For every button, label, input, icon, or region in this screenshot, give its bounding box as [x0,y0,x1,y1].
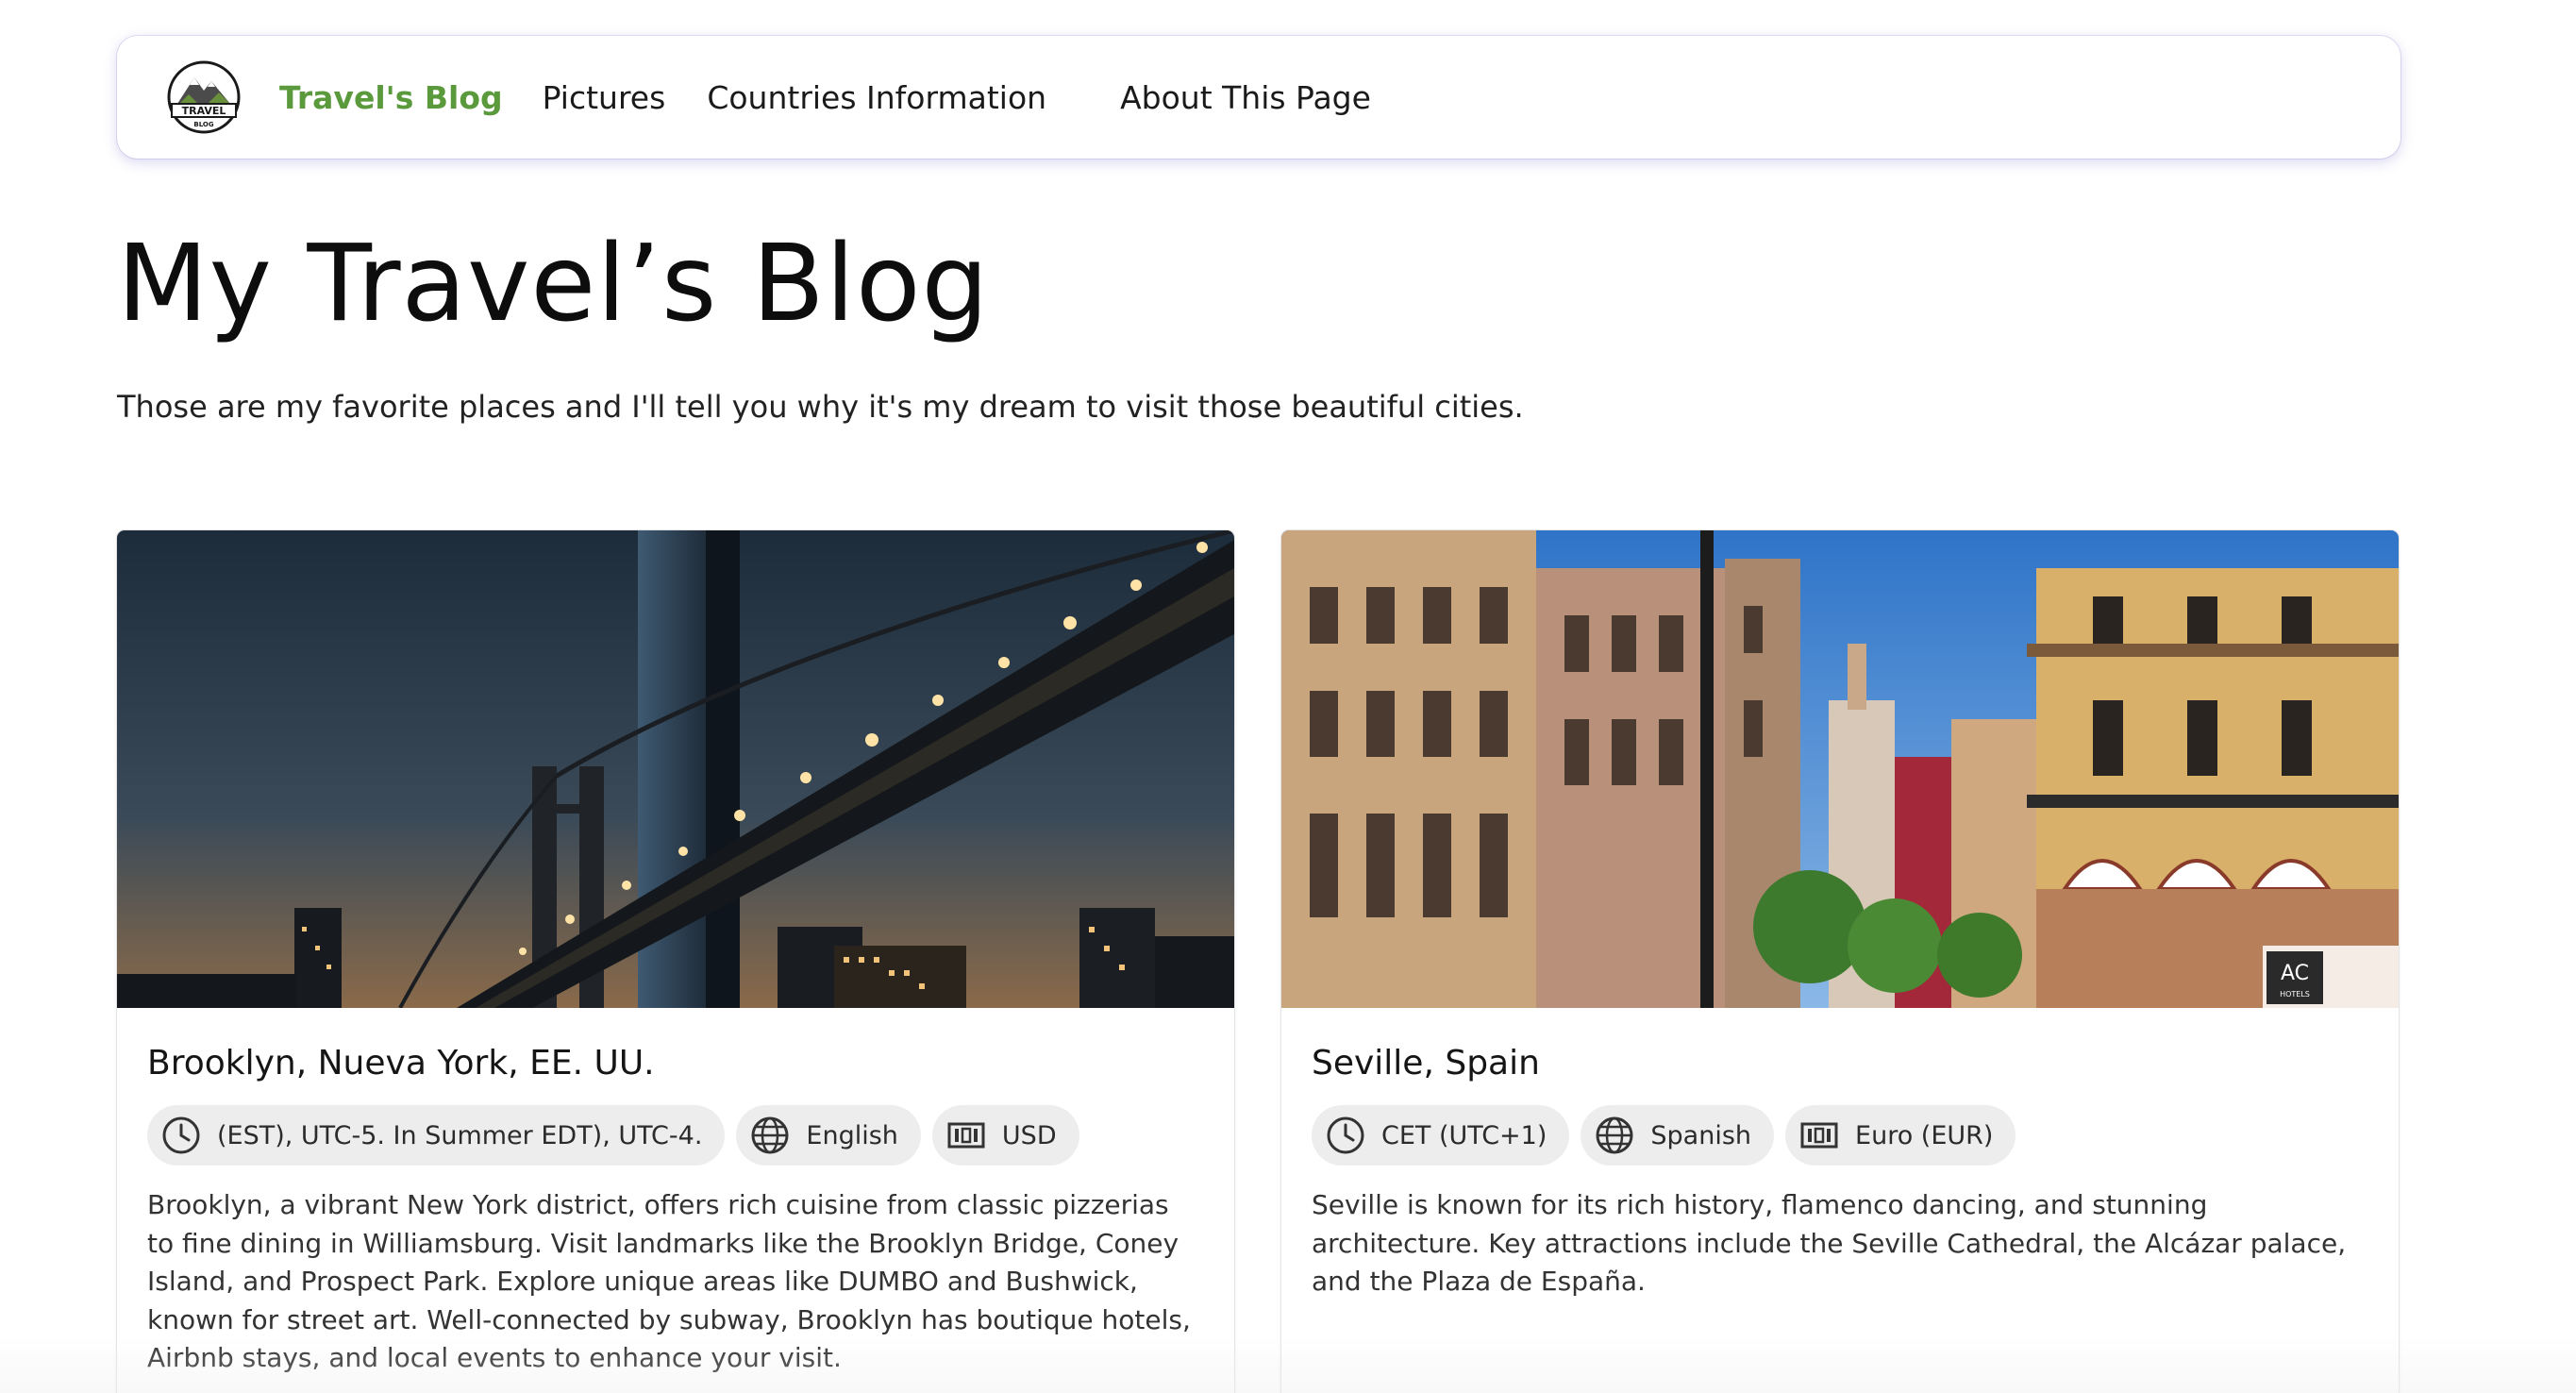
svg-text:HOTELS: HOTELS [2280,990,2310,999]
page-subtitle: Those are my favorite places and I'll te… [117,389,1524,425]
language-text: English [806,1120,898,1150]
banknote-icon [947,1122,985,1149]
card-description: Seville is known for its rich history, f… [1312,1189,2347,1297]
banknote-icon [1800,1122,1838,1149]
currency-chip: USD [931,1105,1079,1166]
navbar: TRAVEL BLOG Travel's Blog Pictures Count… [117,36,2400,159]
language-chip: English [736,1105,921,1166]
svg-text:TRAVEL: TRAVEL [182,105,226,117]
card-title: Seville, Spain [1312,1044,1540,1083]
nav-link-travels-blog[interactable]: Travel's Blog [279,79,503,116]
clock-icon [162,1116,200,1154]
currency-text: USD [1001,1120,1057,1150]
timezone-chip: (EST), UTC-5. In Summer EDT), UTC-4. [147,1105,726,1166]
city-card-brooklyn[interactable]: Brooklyn, Nueva York, EE. UU. (EST), UTC… [117,530,1234,1393]
nav-link-pictures[interactable]: Pictures [543,79,666,116]
svg-text:AC: AC [2281,962,2309,985]
seville-street-photo: AC HOTELS [1281,530,2399,1008]
timezone-text: (EST), UTC-5. In Summer EDT), UTC-4. [217,1120,703,1150]
language-chip: Spanish [1581,1105,1775,1166]
currency-chip: Euro (EUR) [1785,1105,2016,1166]
page-title: My Travel’s Blog [117,223,990,345]
timezone-text: CET (UTC+1) [1381,1120,1547,1150]
nav-link-about-this-page[interactable]: About This Page [1120,79,1371,116]
globe-icon [1596,1116,1633,1154]
page: TRAVEL BLOG Travel's Blog Pictures Count… [0,0,2576,1393]
clock-icon [1327,1116,1364,1154]
globe-icon [751,1116,789,1154]
card-body: Brooklyn, Nueva York, EE. UU. (EST), UTC… [117,1044,1234,1378]
brooklyn-bridge-photo [117,530,1234,1008]
nav-link-countries-information[interactable]: Countries Information [707,79,1046,116]
currency-text: Euro (EUR) [1855,1120,1994,1150]
card-title: Brooklyn, Nueva York, EE. UU. [147,1044,655,1083]
timezone-chip: CET (UTC+1) [1312,1105,1570,1166]
svg-text:BLOG: BLOG [193,121,213,128]
info-chips: (EST), UTC-5. In Summer EDT), UTC-4. Eng… [147,1105,1204,1166]
travel-blog-logo[interactable]: TRAVEL BLOG [166,57,242,138]
card-body: Seville, Spain CET (UTC+1) Spanish Euro … [1281,1044,2399,1301]
info-chips: CET (UTC+1) Spanish Euro (EUR) [1312,1105,2368,1166]
city-card-seville[interactable]: AC HOTELS Seville, Spain CET (UTC+1) Spa… [1281,530,2399,1393]
card-description: Brooklyn, a vibrant New York district, o… [147,1189,1191,1373]
language-text: Spanish [1650,1120,1752,1150]
